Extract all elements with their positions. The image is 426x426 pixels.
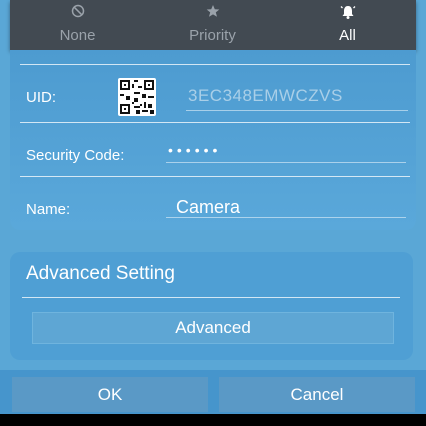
security-code-field[interactable]: •••••• — [168, 142, 221, 158]
bell-icon — [280, 4, 415, 20]
device-settings-card: UID: 3EC348EMWCZVS Security Code: ••••••… — [10, 50, 416, 230]
navigation-bar-edge — [0, 414, 426, 426]
divider — [22, 297, 400, 298]
notification-mode-bar: None Priority All — [10, 0, 416, 50]
mode-all[interactable]: All — [280, 0, 415, 50]
qr-code-icon[interactable] — [118, 78, 156, 116]
name-label: Name: — [26, 201, 71, 218]
name-field[interactable]: Camera — [176, 197, 240, 218]
divider — [20, 122, 410, 123]
mode-none-label: None — [59, 27, 96, 44]
advanced-setting-title: Advanced Setting — [26, 263, 175, 284]
divider — [20, 176, 410, 177]
star-icon — [145, 4, 280, 20]
cancel-button[interactable]: Cancel — [219, 377, 415, 412]
ok-button[interactable]: OK — [12, 377, 208, 412]
advanced-setting-card: Advanced Setting Advanced — [10, 252, 413, 360]
prohibited-icon — [10, 4, 145, 20]
dialog-button-bar: OK Cancel — [0, 370, 426, 416]
advanced-button[interactable]: Advanced — [32, 312, 394, 344]
uid-field-underline — [186, 110, 408, 111]
security-code-label: Security Code: — [26, 147, 125, 164]
mode-all-label: All — [339, 27, 356, 44]
mode-none[interactable]: None — [10, 0, 145, 50]
mode-priority-label: Priority — [189, 27, 236, 44]
mode-priority[interactable]: Priority — [145, 0, 280, 50]
security-code-underline — [166, 162, 406, 163]
uid-label: UID: — [26, 89, 56, 106]
divider — [20, 64, 410, 65]
name-field-underline — [166, 217, 406, 218]
uid-field[interactable]: 3EC348EMWCZVS — [188, 86, 343, 106]
